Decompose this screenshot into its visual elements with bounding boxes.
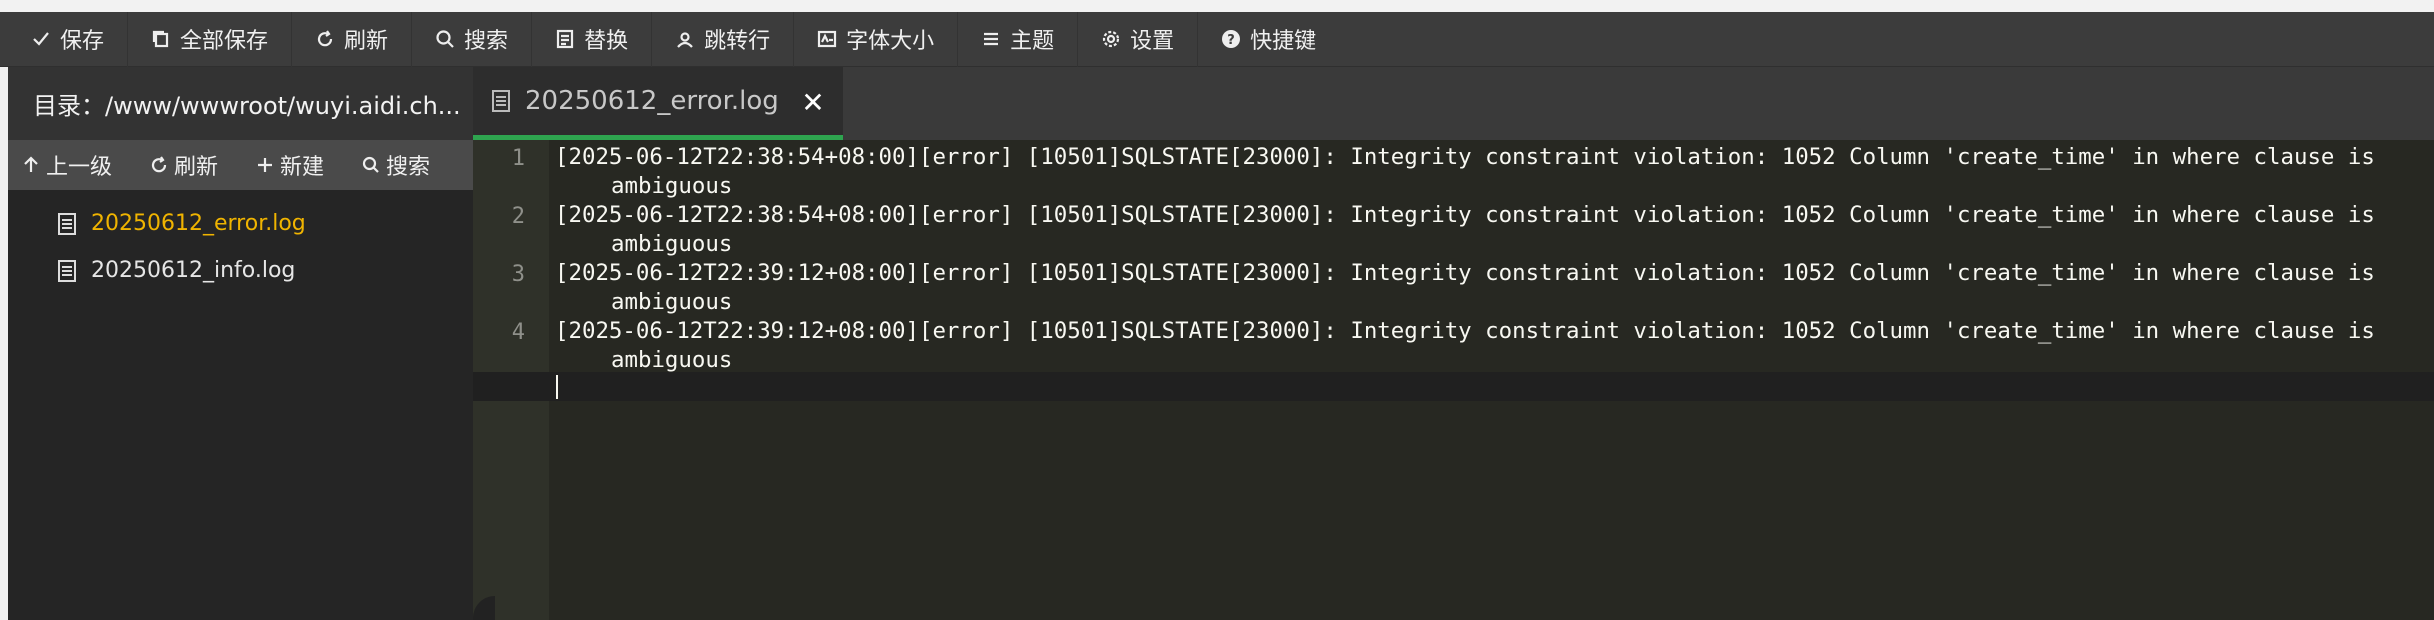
line-number: 4 xyxy=(511,320,525,345)
file-sidebar: 目录：/www/wwwroot/wuyi.aidi.ch... 上一级 刷新 新… xyxy=(0,67,473,620)
replace-icon xyxy=(556,29,574,49)
refresh-icon xyxy=(151,156,167,173)
sidebar-refresh-label: 刷新 xyxy=(174,155,219,180)
replace-label: 替换 xyxy=(584,29,629,54)
menu-icon xyxy=(984,32,999,46)
directory-path: 目录：/www/wwwroot/wuyi.aidi.ch... xyxy=(8,67,473,140)
editor-toolbar: 保存 全部保存 刷新 搜索 替换 跳转行 字体大小 主题 设置 ? 快捷键 xyxy=(0,11,2434,67)
help-icon: ? xyxy=(1222,30,1241,48)
settings-label: 设置 xyxy=(1130,29,1175,54)
new-file-label: 新建 xyxy=(280,155,325,180)
refresh-label: 刷新 xyxy=(344,29,389,54)
code-line: [2025-06-12T22:39:12+08:00][error] [1050… xyxy=(555,260,2375,286)
code-line: [2025-06-12T22:38:54+08:00][error] [1050… xyxy=(555,144,2375,170)
settings-button[interactable]: 设置 xyxy=(1078,11,1199,67)
line-number: 3 xyxy=(511,262,525,287)
font-size-label: 字体大小 xyxy=(846,29,935,54)
save-all-label: 全部保存 xyxy=(180,29,269,54)
line-number: 2 xyxy=(511,204,525,229)
shortcuts-label: 快捷键 xyxy=(1250,29,1317,54)
save-button[interactable]: 保存 xyxy=(8,11,129,67)
save-all-button[interactable]: 全部保存 xyxy=(128,11,293,67)
plus-icon xyxy=(258,158,273,172)
line-number: 1 xyxy=(511,146,525,171)
text-caret xyxy=(556,375,558,399)
file-item-info-log[interactable]: 20250612_info.log xyxy=(8,247,473,294)
new-file-button[interactable]: 新建 xyxy=(256,149,324,181)
theme-label: 主题 xyxy=(1010,29,1055,54)
copy-icon xyxy=(152,30,169,48)
search-icon xyxy=(362,156,379,173)
svg-text:?: ? xyxy=(1227,33,1235,48)
search-label: 搜索 xyxy=(464,29,509,54)
file-icon xyxy=(492,90,510,112)
search-icon xyxy=(436,30,454,48)
tab-error-log[interactable]: 20250612_error.log ✕ xyxy=(473,67,843,140)
sidebar-refresh-button[interactable]: 刷新 xyxy=(150,149,218,181)
code-content[interactable]: [2025-06-12T22:38:54+08:00][error] [1050… xyxy=(555,140,2434,620)
refresh-icon xyxy=(317,30,333,47)
file-icon xyxy=(58,259,76,282)
theme-button[interactable]: 主题 xyxy=(958,11,1079,67)
close-icon[interactable]: ✕ xyxy=(799,89,827,117)
replace-button[interactable]: 替换 xyxy=(532,11,653,67)
font-size-button[interactable]: 字体大小 xyxy=(794,11,959,67)
file-name: 20250612_info.log xyxy=(91,258,296,283)
font-size-icon xyxy=(817,30,837,48)
code-line-wrap: ambiguous xyxy=(611,289,733,315)
code-line-wrap: ambiguous xyxy=(611,173,733,199)
search-button[interactable]: 搜索 xyxy=(412,11,533,67)
file-item-error-log[interactable]: 20250612_error.log xyxy=(8,200,473,247)
code-line-wrap: ambiguous xyxy=(611,347,733,373)
save-label: 保存 xyxy=(60,29,105,54)
refresh-button[interactable]: 刷新 xyxy=(292,11,413,67)
sidebar-toolbar: 上一级 刷新 新建 搜索 xyxy=(8,140,473,190)
sidebar-search-button[interactable]: 搜索 xyxy=(362,149,430,181)
location-icon xyxy=(677,32,693,48)
tab-label: 20250612_error.log xyxy=(525,86,779,116)
check-icon xyxy=(33,32,49,46)
gear-icon xyxy=(1103,30,1120,48)
window-top-strip xyxy=(0,0,2434,12)
code-line: [2025-06-12T22:39:12+08:00][error] [1050… xyxy=(555,318,2375,344)
file-name: 20250612_error.log xyxy=(91,211,306,236)
code-line: [2025-06-12T22:38:54+08:00][error] [1050… xyxy=(555,202,2375,228)
code-line-wrap: ambiguous xyxy=(611,231,733,257)
arrow-up-icon xyxy=(24,156,38,172)
file-icon xyxy=(58,212,76,235)
tab-bar: 20250612_error.log ✕ xyxy=(473,67,2434,140)
sidebar-search-label: 搜索 xyxy=(386,155,431,180)
parent-directory-button[interactable]: 上一级 xyxy=(22,149,112,181)
parent-directory-label: 上一级 xyxy=(46,155,113,180)
goto-line-label: 跳转行 xyxy=(704,29,771,54)
code-editor[interactable]: 1 2 3 4 5 [2025-06-12T22:38:54+08:00][er… xyxy=(473,140,2434,620)
file-list: 20250612_error.log 20250612_info.log xyxy=(8,190,473,294)
goto-line-button[interactable]: 跳转行 xyxy=(652,11,795,67)
shortcuts-button[interactable]: ? 快捷键 xyxy=(1198,12,1339,67)
